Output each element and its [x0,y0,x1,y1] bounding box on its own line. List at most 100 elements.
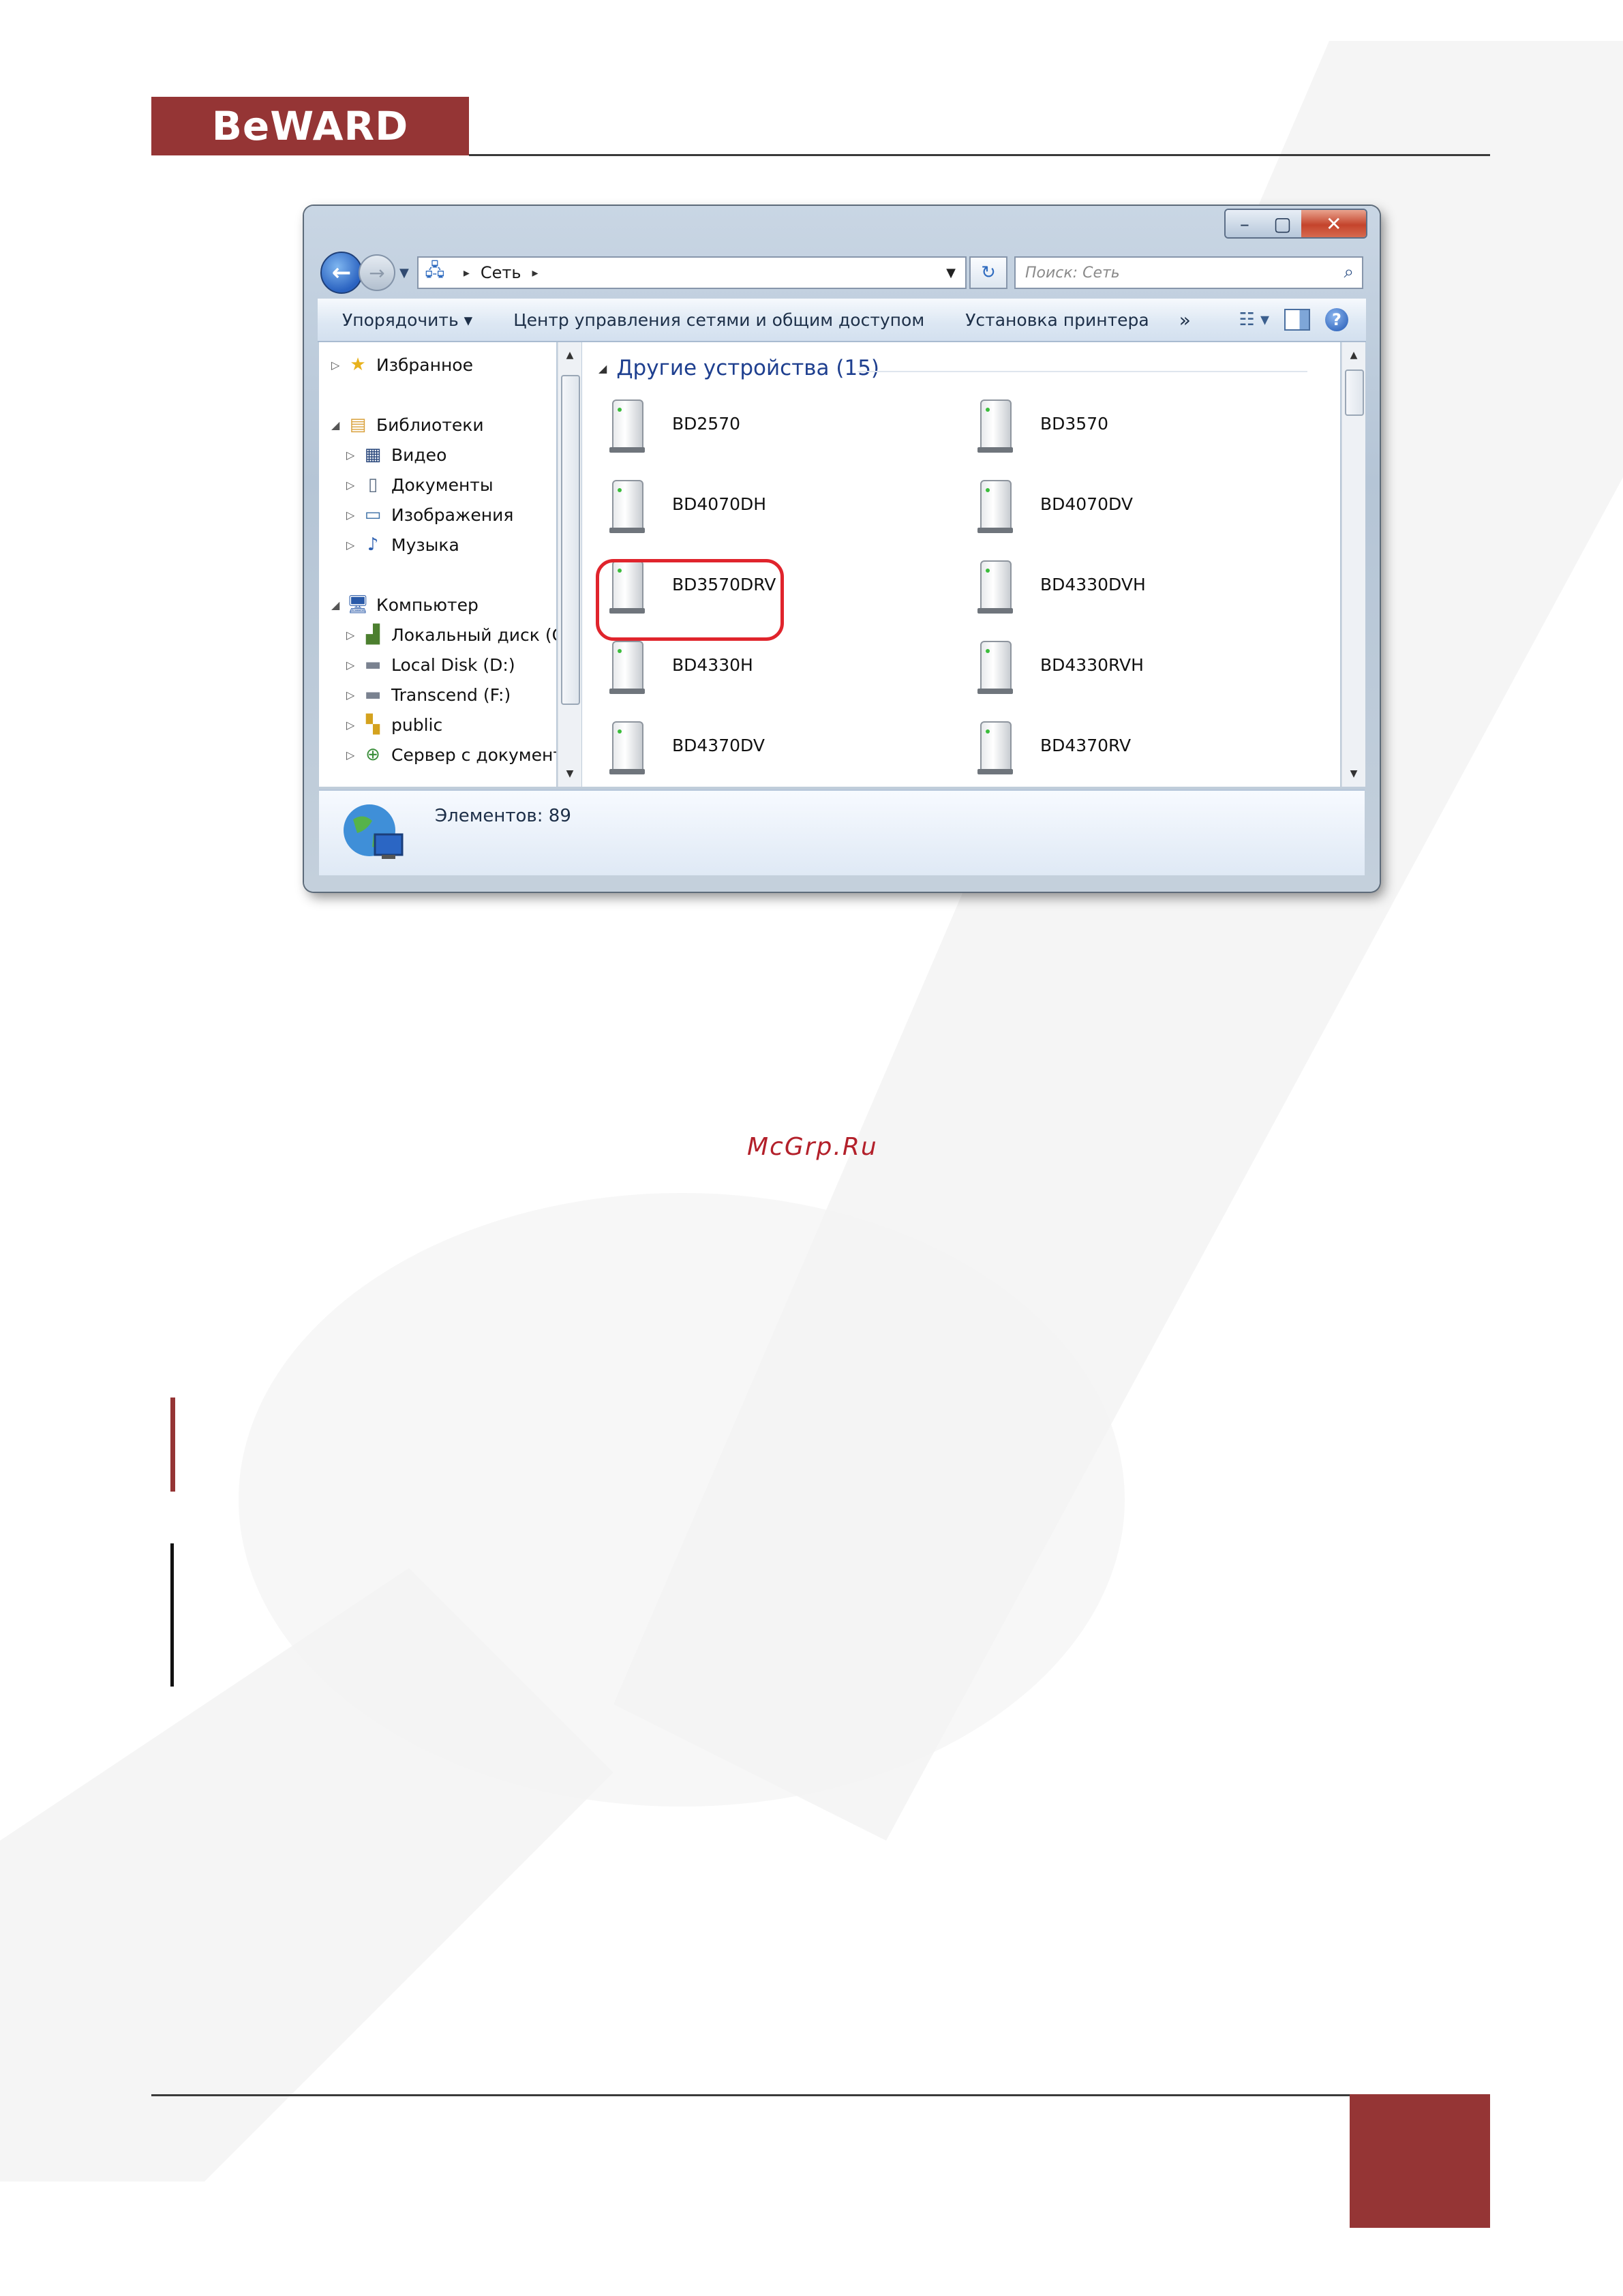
server-icon: ⊕ [365,744,380,765]
network-device-icon [608,635,648,694]
forward-button[interactable]: → [359,254,395,291]
search-icon[interactable]: ⌕ [1344,262,1354,283]
navigation-bar: ← → ▼ 🖧 ▸ Сеть ▸ ▼ ↻ Поиск: Сеть ⌕ [318,251,1366,294]
nav-public[interactable]: ▷ ▚ public [346,714,442,735]
refresh-button[interactable]: ↻ [969,256,1007,289]
selection-highlight-circle [596,559,784,641]
search-input[interactable]: Поиск: Сеть ⌕ [1014,256,1363,289]
beward-logo: BeWARD [151,97,469,155]
group-divider [858,371,1307,372]
add-printer-button[interactable]: Установка принтера [945,310,1170,330]
nav-label: Библиотеки [376,414,484,435]
maximize-button[interactable]: ▢ [1263,210,1302,237]
breadcrumb-network[interactable]: Сеть [481,263,521,282]
nav-disk-c[interactable]: ▷ ▟ Локальный диск (C [346,624,556,645]
pictures-icon: ▭ [364,504,382,525]
device-item[interactable]: BD4330RVH [976,635,1144,694]
close-button[interactable]: ✕ [1301,210,1366,237]
expand-arrow-icon[interactable]: ▷ [346,509,360,522]
nav-label: Сервер с документ [391,744,556,765]
search-placeholder: Поиск: Сеть [1025,264,1120,282]
details-pane: Элементов: 89 [319,789,1365,875]
nav-server[interactable]: ▷ ⊕ Сервер с документ [346,744,556,765]
network-device-icon [976,555,1016,614]
nav-disk-f[interactable]: ▷ ▬ Transcend (F:) [346,684,511,705]
navigation-pane: ▷ ★ Избранное ◢ ▤ Библиотеки ▷ ▦ Видео ▷… [319,342,556,787]
libraries-icon: ▤ [349,414,367,435]
more-commands-button[interactable]: » [1170,309,1200,331]
expand-arrow-icon[interactable]: ▷ [346,689,360,701]
change-view-icon[interactable]: ☷ ▾ [1239,309,1269,330]
expand-arrow-icon[interactable]: ▷ [346,719,360,731]
music-icon: ♪ [367,534,379,555]
breadcrumb-chevron-icon[interactable]: ▸ [464,266,470,280]
device-item[interactable]: BD4070DH [608,474,766,533]
device-item[interactable]: BD4070DV [976,474,1133,533]
nav-computer[interactable]: ◢ 🖥 Компьютер [331,594,479,615]
explorer-window: – ▢ ✕ ← → ▼ 🖧 ▸ Сеть ▸ ▼ ↻ Поиск: Сеть ⌕… [304,206,1380,892]
nav-label: public [391,714,443,735]
arrow-right-icon: → [369,261,385,284]
preview-pane-icon[interactable] [1284,309,1310,331]
network-center-button[interactable]: Центр управления сетями и общим доступом [493,310,945,330]
scroll-down-icon[interactable]: ▼ [558,764,581,784]
nav-favorites[interactable]: ▷ ★ Избранное [331,354,473,375]
expand-arrow-icon[interactable]: ▷ [346,749,360,761]
help-icon[interactable]: ? [1325,308,1348,331]
expand-arrow-icon[interactable]: ▷ [346,539,360,552]
scroll-thumb[interactable] [1345,369,1364,416]
content-scrollbar[interactable]: ▲ ▼ [1341,342,1365,787]
nav-documents[interactable]: ▷ ▯ Документы [346,474,494,495]
device-item[interactable]: BD2570 [608,394,740,453]
nav-label: Музыка [391,534,459,555]
device-item[interactable]: BD4330H [608,635,753,694]
page-number-box [1350,2094,1490,2228]
device-item[interactable]: BD4370DV [608,716,765,774]
minimize-button[interactable]: – [1226,210,1264,237]
device-label: BD4370RV [1040,735,1132,755]
scroll-up-icon[interactable]: ▲ [1342,345,1365,365]
expand-arrow-icon[interactable]: ▷ [346,659,360,671]
command-bar: Упорядочить ▾ Центр управления сетями и … [318,299,1366,342]
nav-video[interactable]: ▷ ▦ Видео [346,444,446,465]
device-label: BD4330RVH [1040,654,1144,675]
network-device-icon [976,716,1016,774]
history-dropdown[interactable]: ▼ [399,266,409,280]
device-item[interactable]: BD3570 [976,394,1108,453]
collapse-arrow-icon[interactable]: ◢ [331,599,345,611]
scroll-up-icon[interactable]: ▲ [558,345,581,365]
collapse-arrow-icon[interactable]: ◢ [331,419,345,432]
scroll-thumb[interactable] [561,375,580,705]
address-bar[interactable]: 🖧 ▸ Сеть ▸ ▼ [416,256,967,289]
header-rule [469,154,1490,156]
nav-disk-d[interactable]: ▷ ▬ Local Disk (D:) [346,654,515,675]
toolbar-right: ☷ ▾ ? [1239,308,1348,331]
group-collapse-icon[interactable]: ◢ [598,362,607,375]
expand-arrow-icon[interactable]: ▷ [346,479,360,492]
group-title: Другие устройства (15) [616,356,880,380]
device-label: BD4330DVH [1040,574,1146,594]
documents-icon: ▯ [367,474,378,495]
breadcrumb-chevron-icon[interactable]: ▸ [532,266,539,280]
organize-button[interactable]: Упорядочить ▾ [318,310,493,330]
item-count: Элементов: 89 [435,806,571,826]
expand-arrow-icon[interactable]: ▷ [346,629,360,641]
scroll-down-icon[interactable]: ▼ [1342,764,1365,784]
expand-arrow-icon[interactable]: ▷ [331,359,345,372]
navigation-scrollbar[interactable]: ▲ ▼ [558,342,581,787]
device-item[interactable]: BD4370RV [976,716,1131,774]
back-button[interactable]: ← [320,252,363,294]
window-controls: – ▢ ✕ [1224,209,1367,239]
logo-text: BeWARD [211,103,409,149]
expand-arrow-icon[interactable]: ▷ [346,449,360,462]
disk-icon: ▬ [364,654,382,675]
nav-pictures[interactable]: ▷ ▭ Изображения [346,504,513,525]
nav-label: Документы [391,474,494,495]
group-header[interactable]: ◢ Другие устройства (15) [598,356,879,380]
device-item[interactable]: BD4330DVH [976,555,1146,614]
device-label: BD4070DH [672,494,767,514]
address-dropdown-icon[interactable]: ▼ [946,266,956,280]
nav-music[interactable]: ▷ ♪ Музыка [346,534,459,555]
nav-libraries[interactable]: ◢ ▤ Библиотеки [331,414,484,435]
arrow-left-icon: ← [331,259,352,286]
